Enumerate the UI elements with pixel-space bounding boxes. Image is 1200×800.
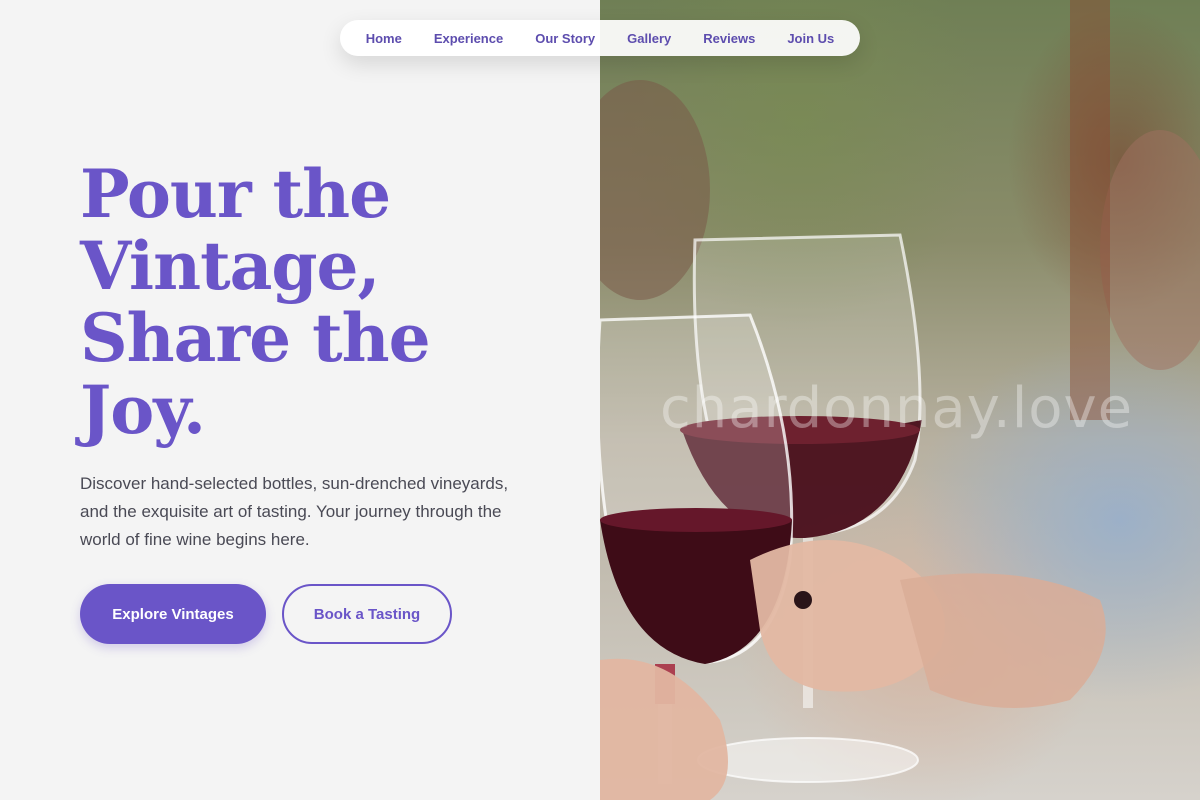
- headline-line: Vintage,: [80, 227, 380, 305]
- hero-subtext: Discover hand-selected bottles, sun-dren…: [80, 474, 509, 549]
- explore-vintages-button[interactable]: Explore Vintages: [80, 584, 266, 644]
- watermark-text: chardonnay.love: [660, 376, 1134, 441]
- hero-section: Pour the Vintage, Share the Joy. Discove…: [0, 0, 600, 800]
- headline-line: Share the: [80, 299, 431, 377]
- nav-item-experience[interactable]: Experience: [434, 31, 503, 46]
- top-navigation: Home Experience Our Story Gallery Review…: [340, 20, 860, 56]
- hero-headline: Pour the Vintage, Share the Joy.: [80, 158, 550, 446]
- hero-photo: chardonnay.love: [600, 0, 1200, 800]
- headline-line: Joy.: [80, 371, 206, 449]
- nav-item-our-story[interactable]: Our Story: [535, 31, 595, 46]
- nav-item-gallery[interactable]: Gallery: [627, 31, 671, 46]
- nav-item-join-us[interactable]: Join Us: [787, 31, 834, 46]
- book-tasting-button[interactable]: Book a Tasting: [282, 584, 452, 644]
- headline-line: Pour the: [80, 155, 391, 233]
- page: Pour the Vintage, Share the Joy. Discove…: [0, 0, 1200, 800]
- nav-item-reviews[interactable]: Reviews: [703, 31, 755, 46]
- nav-item-home[interactable]: Home: [366, 31, 402, 46]
